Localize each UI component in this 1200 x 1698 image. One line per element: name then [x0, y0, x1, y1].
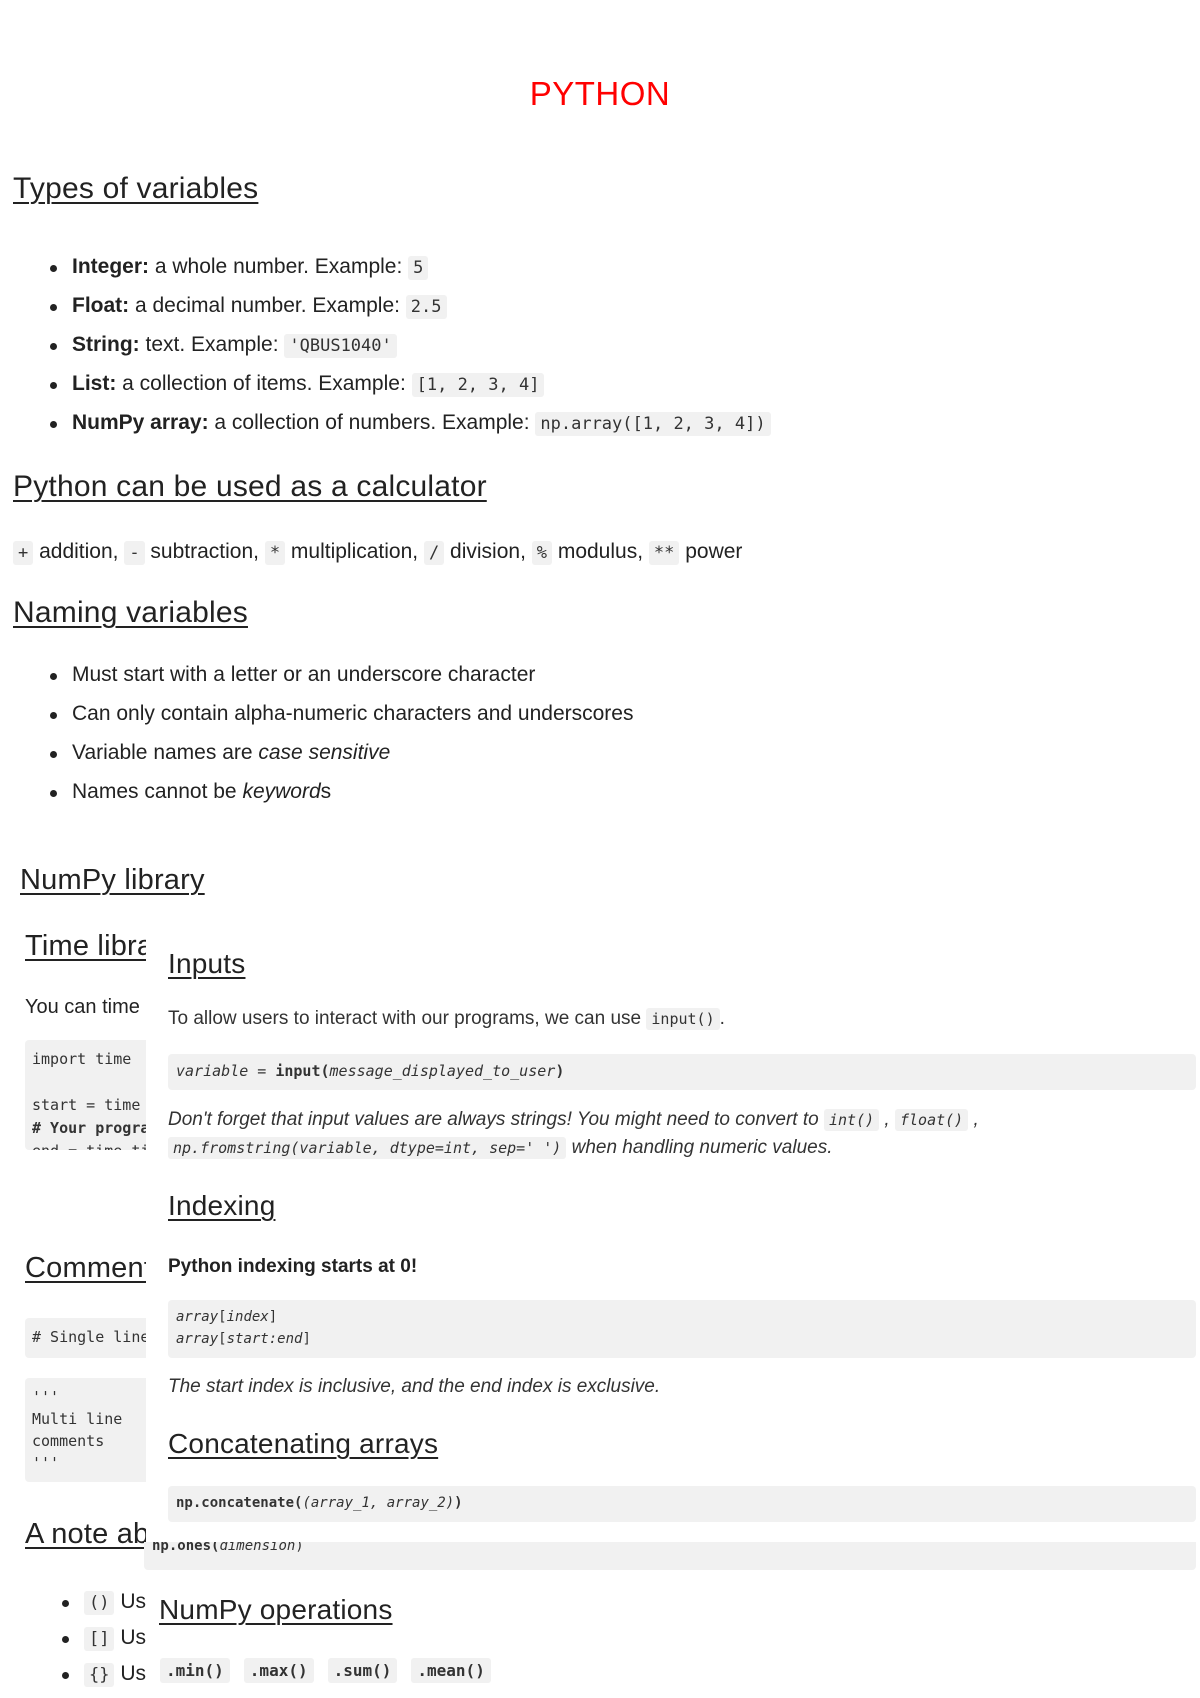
ones-code-block: np.ones(dimension) — [144, 1542, 1196, 1570]
naming-list: Must start with a letter or an underscor… — [50, 660, 633, 816]
list-item: Must start with a letter or an underscor… — [50, 660, 633, 699]
operations-list: .min() .max() .sum() .mean() — [160, 1658, 505, 1683]
numpy-heading: NumPy library — [20, 864, 205, 896]
operator-code: + — [13, 541, 34, 565]
single-comment-block: # Single line — [25, 1318, 146, 1358]
operator-code: * — [264, 541, 286, 565]
naming-heading: Naming variables — [13, 596, 248, 629]
list-item: Variable names are case sensitive — [50, 738, 633, 777]
code-example: [1, 2, 3, 4] — [411, 373, 545, 397]
indexing-note: The start index is inclusive, and the en… — [168, 1376, 661, 1397]
time-code-block: import time start = time # Your program … — [25, 1040, 146, 1150]
inputs-heading: Inputs — [168, 948, 246, 979]
code-example: 'QBUS1040' — [284, 334, 397, 358]
list-item: () Use — [62, 1587, 146, 1623]
list-item: Integer: a whole number. Example: 5 — [50, 252, 771, 291]
note-list: () Use [] Use {} Use — [62, 1587, 146, 1695]
operator-code: ** — [648, 541, 680, 565]
op-max: .max() — [243, 1658, 314, 1683]
time-heading: Time library — [25, 930, 146, 962]
indexing-code-block: array[index] array[start:end] — [168, 1300, 1196, 1358]
operator-code: - — [124, 541, 145, 565]
operator-code: % — [531, 541, 552, 565]
operator-code: / — [423, 541, 445, 565]
op-sum: .sum() — [327, 1658, 398, 1683]
code-example: 2.5 — [405, 295, 447, 319]
operators-line: + addition, - subtraction, * multiplicat… — [13, 540, 742, 565]
note-heading: A note about — [25, 1518, 146, 1550]
page-title: PYTHON — [529, 75, 671, 112]
time-text: You can time — [25, 996, 140, 1018]
list-item: [] Use — [62, 1623, 146, 1659]
calculator-heading: Python can be used as a calculator — [13, 470, 487, 503]
list-item: Can only contain alpha-numeric character… — [50, 699, 633, 738]
concat-code-block: np.concatenate((array_1, array_2)) — [168, 1486, 1196, 1522]
list-item: Names cannot be keywords — [50, 777, 633, 816]
right-panel: Inputs To allow users to interact with o… — [144, 920, 1200, 1698]
types-heading: Types of variables — [13, 172, 259, 205]
inputs-note: Don't forget that input values are alway… — [168, 1109, 979, 1159]
list-item: String: text. Example: 'QBUS1040' — [50, 330, 771, 369]
inputs-intro: To allow users to interact with our prog… — [168, 1008, 725, 1030]
list-item: NumPy array: a collection of numbers. Ex… — [50, 408, 771, 447]
operations-heading: NumPy operations — [159, 1594, 393, 1626]
comments-heading: Comments — [25, 1252, 146, 1284]
types-list: Integer: a whole number. Example: 5 Floa… — [50, 252, 771, 447]
left-panel: Time library You can time import time st… — [0, 920, 146, 1698]
code-example: np.array([1, 2, 3, 4]) — [535, 412, 771, 436]
code-example: 5 — [408, 256, 429, 280]
indexing-bold-text: Python indexing starts at 0! — [168, 1256, 418, 1277]
input-code-block: variable = input(message_displayed_to_us… — [168, 1054, 1196, 1090]
concat-heading: Concatenating arrays — [168, 1428, 439, 1459]
op-mean: .mean() — [411, 1658, 491, 1683]
list-item: List: a collection of items. Example: [1… — [50, 369, 771, 408]
multi-comment-block: ''' Multi line comments ''' — [25, 1378, 146, 1482]
list-item: Float: a decimal number. Example: 2.5 — [50, 291, 771, 330]
op-min: .min() — [160, 1658, 230, 1683]
indexing-heading: Indexing — [168, 1190, 276, 1221]
list-item: {} Use — [62, 1659, 146, 1695]
